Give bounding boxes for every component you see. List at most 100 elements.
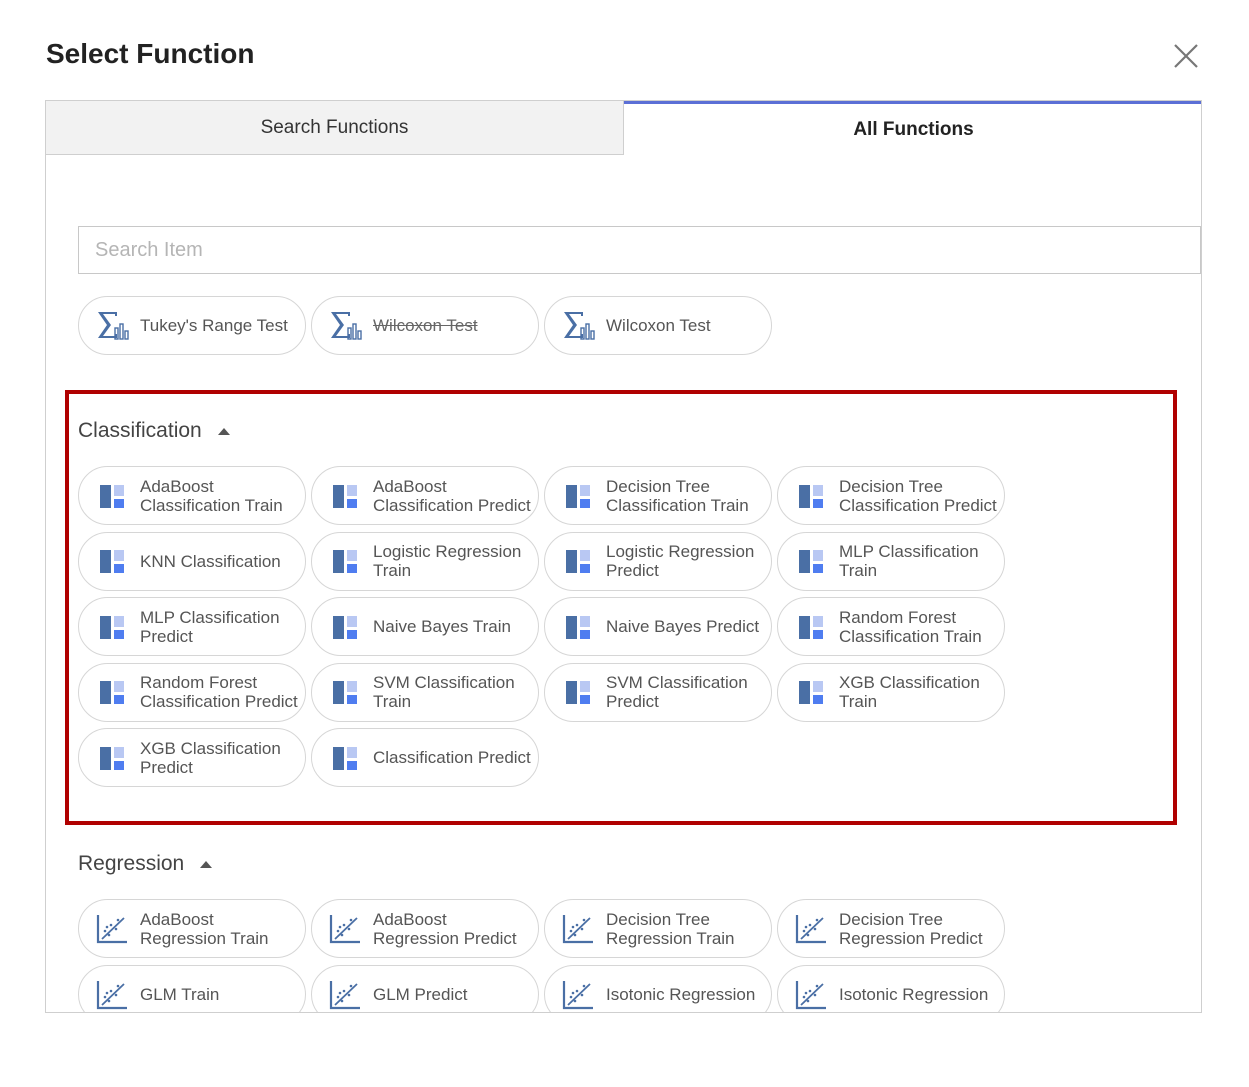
function-chip-label: Wilcoxon Test [606,316,711,335]
function-chip-label: Decision Tree Regression Predict [839,909,983,948]
function-chip-label: Tukey's Range Test [140,316,288,335]
function-chip[interactable]: AdaBoost Regression Train [78,899,306,958]
function-chip[interactable]: MLP Classification Predict [78,597,306,656]
classification-grid-icon [794,479,828,513]
regression-scatter-icon [561,912,595,946]
function-chip-label: GLM Predict [373,985,468,1004]
function-chip-label: Classification Predict [373,748,531,767]
function-chip-label: MLP Classification Train [839,542,979,580]
function-chip[interactable]: Wilcoxon Test [311,296,539,355]
function-chip[interactable]: AdaBoost Regression Predict [311,899,539,958]
classification-grid-icon [561,610,595,644]
regression-scatter-icon [561,978,595,1012]
function-chip-label: Naive Bayes Train [373,617,511,636]
function-chip[interactable]: Naive Bayes Train [311,597,539,656]
function-chip[interactable]: Tukey's Range Test [78,296,306,355]
function-chip[interactable]: Decision Tree Regression Train [544,899,772,958]
classification-grid-icon [328,610,362,644]
tab-search-functions[interactable]: Search Functions [46,101,624,155]
function-chip[interactable]: Naive Bayes Predict [544,597,772,656]
sigma-bar-chart-icon [328,309,362,343]
function-chip[interactable]: SVM Classification Predict [544,662,772,722]
classification-grid-icon [95,544,129,578]
function-chip-label: AdaBoost Classification Train [140,476,283,515]
function-chip[interactable]: SVM Classification Train [311,662,539,722]
regression-scatter-icon [794,978,828,1012]
classification-grid-icon [794,544,828,578]
classification-grid-icon [328,479,362,513]
function-chip-label: Decision Tree Classification Train [606,476,749,515]
function-chip[interactable]: AdaBoost Classification Predict [311,466,539,525]
function-chip[interactable]: Decision Tree Classification Predict [777,466,1005,525]
function-chip-label: XGB Classification Predict [140,738,281,777]
function-chip[interactable]: Wilcoxon Test [544,296,772,355]
section-title: Classification [78,419,202,442]
classification-grid-icon [794,675,828,709]
dialog-title: Select Function [46,38,255,69]
function-chip-label: Random Forest Classification Train [839,607,982,646]
function-chip-label: Logistic Regression Train [373,542,522,580]
function-chip-label: AdaBoost Classification Predict [373,476,531,515]
function-chip[interactable]: Isotonic Regression [777,965,1005,1012]
regression-scatter-icon [95,912,129,946]
function-chip[interactable]: Decision Tree Regression Predict [777,899,1005,958]
function-chip-label: Decision Tree Classification Predict [839,476,997,515]
function-chip[interactable]: Decision Tree Classification Train [544,466,772,525]
function-chip[interactable]: Random Forest Classification Train [777,597,1005,656]
function-chip[interactable]: MLP Classification Train [777,531,1005,591]
function-chip[interactable]: GLM Predict [311,965,539,1012]
function-chip-label: Isotonic Regression [839,985,989,1004]
function-chip[interactable]: Classification Predict [311,728,539,787]
section-header-regression[interactable]: Regression [78,852,213,876]
function-chip-label: SVM Classification Train [373,673,515,711]
classification-grid-icon [95,479,129,513]
function-chip-label: Decision Tree Regression Train [606,909,735,948]
regression-scatter-icon [328,912,362,946]
classification-grid-icon [328,544,362,578]
classification-grid-icon [328,741,362,775]
function-chip[interactable]: XGB Classification Predict [78,728,306,787]
function-chip-label: AdaBoost Regression Predict [373,909,517,948]
section-title: Regression [78,852,185,875]
sigma-bar-chart-icon [95,309,129,343]
function-chip[interactable]: GLM Train [78,965,306,1012]
function-chip-label: Logistic Regression Predict [606,542,755,580]
function-chip[interactable]: XGB Classification Train [777,662,1005,722]
function-chip[interactable]: Random Forest Classification Predict [78,662,306,722]
function-chip[interactable]: Logistic Regression Train [311,531,539,591]
function-panel: Search Functions All Functions Tukey's R… [45,100,1202,1013]
search-input[interactable] [78,226,1201,274]
function-chip-label: Isotonic Regression [606,985,756,1004]
sigma-bar-chart-icon [561,309,595,343]
function-chip-label: GLM Train [140,985,220,1004]
function-chip[interactable]: Isotonic Regression [544,965,772,1012]
function-chip[interactable]: AdaBoost Classification Train [78,466,306,525]
function-chip-label: Naive Bayes Predict [606,617,760,636]
classification-grid-icon [561,544,595,578]
classification-grid-icon [794,610,828,644]
classification-grid-icon [95,610,129,644]
regression-scatter-icon [328,978,362,1012]
section-header-classification[interactable]: Classification [78,419,230,443]
classification-grid-icon [328,675,362,709]
close-icon[interactable] [1170,40,1202,72]
caret-up-icon [217,427,230,435]
function-chip-label: XGB Classification Train [839,673,980,711]
function-chip-label: Wilcoxon Test [373,316,478,335]
regression-scatter-icon [794,912,828,946]
classification-grid-icon [95,741,129,775]
function-chip-label: MLP Classification Predict [140,607,280,646]
classification-grid-icon [95,675,129,709]
function-chip[interactable]: KNN Classification [78,531,306,591]
close-button[interactable] [1170,40,1202,72]
function-chip-label: KNN Classification [140,551,281,571]
function-chip[interactable]: Logistic Regression Predict [544,531,772,591]
function-chip-label: AdaBoost Regression Train [140,909,269,948]
function-chip-label: Random Forest Classification Predict [140,673,298,711]
function-chip-label: SVM Classification Predict [606,673,748,711]
classification-grid-icon [561,479,595,513]
tab-all-functions[interactable]: All Functions [624,101,1201,155]
classification-grid-icon [561,675,595,709]
caret-up-icon [200,860,213,868]
regression-scatter-icon [95,978,129,1012]
